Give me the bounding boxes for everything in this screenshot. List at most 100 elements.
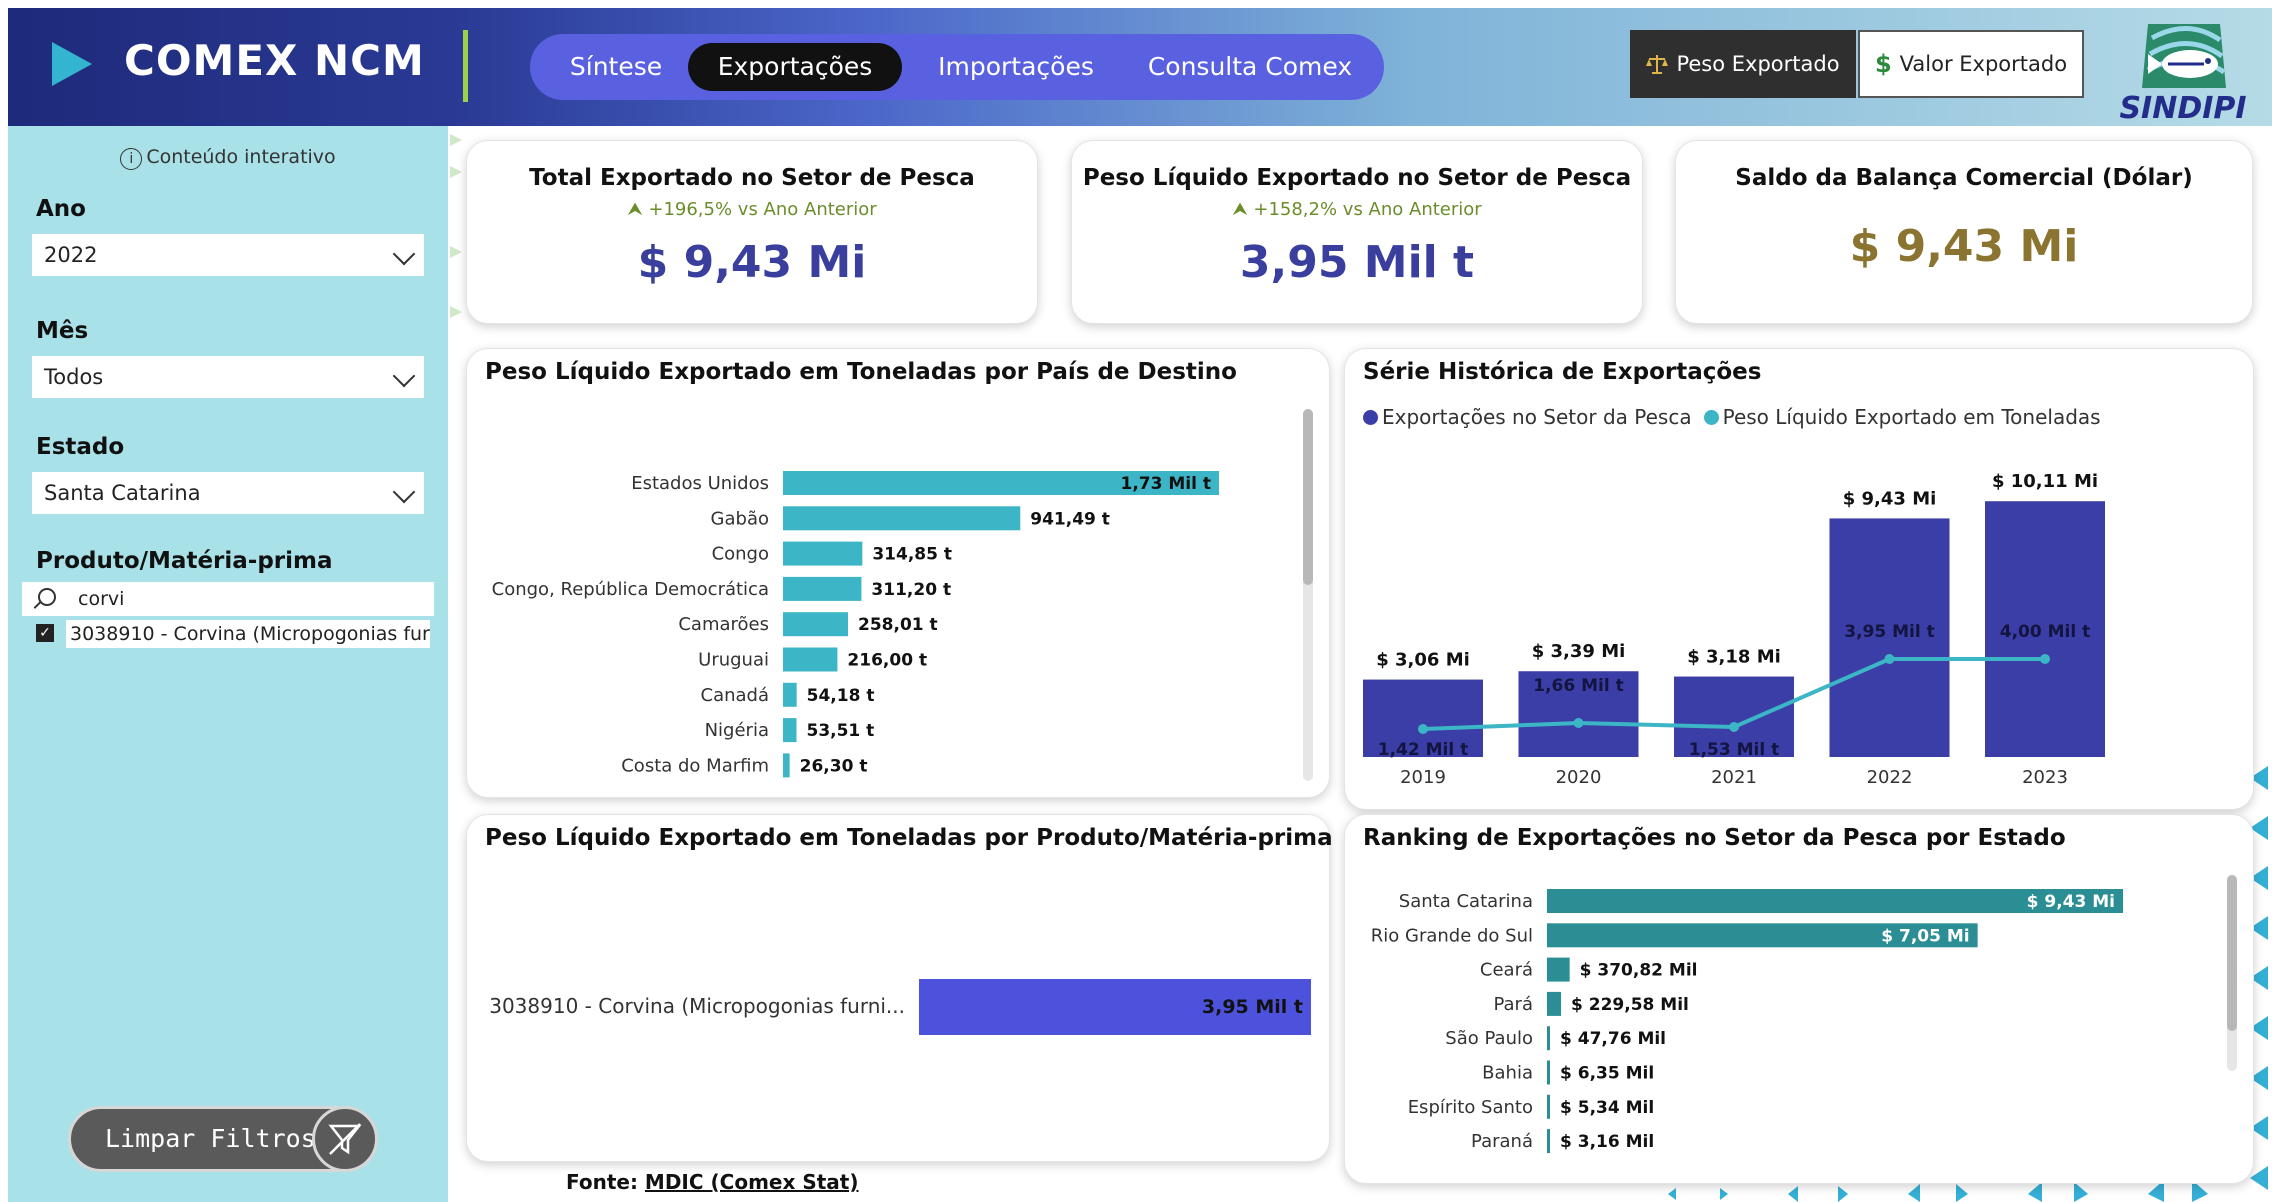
data-label: $ 5,34 Mil (1560, 1098, 1654, 1118)
bar (783, 682, 797, 707)
x-tick-label: 2022 (1867, 767, 1913, 788)
kpi-total-exportado: Total Exportado no Setor de Pesca ⮝ +196… (466, 140, 1038, 324)
valor-exportado-button[interactable]: $ Valor Exportado (1858, 30, 2084, 98)
line-value-label: 3,95 Mil t (1844, 622, 1934, 642)
dollar-icon: $ (1874, 50, 1892, 78)
line-point (1884, 654, 1895, 664)
bar (1547, 1094, 1550, 1119)
bar-value-label: $ 10,11 Mi (1992, 471, 2098, 492)
filter-mes-dropdown[interactable]: Todos (32, 356, 424, 398)
tab-exportacoes[interactable]: Exportações (688, 43, 902, 91)
sindipi-logo: SINDIPI (2108, 18, 2258, 126)
data-label: 3,95 Mil t (1202, 996, 1303, 1018)
data-label: 314,85 t (872, 545, 952, 565)
line-point (1418, 724, 1428, 734)
data-label: $ 7,05 Mi (1881, 926, 1969, 946)
info-icon: i (120, 148, 143, 170)
produto-option-label: 3038910 - Corvina (Micropogonias furni..… (66, 620, 430, 648)
data-label: 311,20 t (871, 580, 951, 600)
data-label: 941,49 t (1030, 509, 1110, 529)
data-label: $ 47,76 Mil (1560, 1029, 1666, 1049)
bar (1547, 1129, 1550, 1154)
kpi-saldo-balanca: Saldo da Balança Comercial (Dólar) $ 9,4… (1675, 140, 2253, 324)
panel-by-product: Peso Líquido Exportado em Toneladas por … (466, 814, 1333, 1162)
brand-name: SINDIPI (2119, 91, 2247, 126)
kpi-delta: ⮝ +158,2% vs Ano Anterior (1232, 199, 1482, 220)
data-label: 53,51 t (806, 721, 874, 741)
data-label: 216,00 t (847, 651, 927, 671)
scrollbar[interactable] (1303, 409, 1313, 781)
data-label: 258,01 t (858, 615, 938, 635)
category-label: Pará (1493, 994, 1533, 1015)
tab-consulta-comex[interactable]: Consulta Comex (1130, 43, 1370, 91)
bar-value-label: $ 3,18 Mi (1687, 647, 1781, 668)
category-label: Bahia (1482, 1063, 1533, 1084)
x-tick-label: 2023 (2022, 767, 2068, 788)
kpi-peso-liquido: Peso Líquido Exportado no Setor de Pesca… (1071, 140, 1643, 324)
scale-icon (1646, 55, 1669, 74)
history-combo-chart: $ 3,06 Mi 2019 $ 3,39 Mi 2020 $ 3,18 Mi 2021 $… (1363, 471, 2105, 788)
category-label: Costa do Marfim (621, 755, 769, 776)
panel-history: Série Histórica de Exportações Exportaçõ… (1344, 348, 2254, 810)
title-divider (463, 30, 468, 102)
tab-sintese[interactable]: Síntese (546, 43, 686, 91)
scrollbar-thumb[interactable] (2227, 875, 2237, 1031)
filter-estado-dropdown[interactable]: Santa Catarina (32, 472, 424, 514)
category-label: São Paulo (1445, 1028, 1533, 1049)
filter-estado-label: Estado (36, 434, 125, 460)
category-label: Espírito Santo (1408, 1097, 1533, 1118)
clear-filters-button[interactable]: Limpar Filtros (68, 1106, 378, 1172)
produto-search-value: corvi (78, 588, 125, 610)
data-label: $ 229,58 Mil (1571, 995, 1689, 1015)
line-point (1573, 718, 1584, 728)
category-label: Paraná (1471, 1131, 1533, 1152)
source-prefix: Fonte: (566, 1170, 638, 1194)
bar-value-label: $ 9,43 Mi (1843, 488, 1937, 509)
peso-exportado-label: Peso Exportado (1676, 52, 1840, 76)
kpi-value: $ 9,43 Mi (637, 237, 867, 288)
category-label: Rio Grande do Sul (1371, 925, 1533, 946)
interactive-hint-text: Conteúdo interativo (146, 146, 336, 168)
bar (1547, 1060, 1550, 1085)
bar (1547, 991, 1562, 1016)
filter-produto-label: Produto/Matéria-prima (36, 548, 333, 574)
line-value-label: 1,42 Mil t (1378, 740, 1468, 760)
category-label: Santa Catarina (1399, 891, 1533, 912)
category-label: Congo, República Democrática (492, 579, 769, 600)
category-label: Nigéria (705, 720, 769, 741)
data-label: 26,30 t (800, 756, 868, 776)
decoration-triangles (450, 134, 462, 318)
kpi-title: Total Exportado no Setor de Pesca (529, 165, 975, 191)
peso-exportado-button[interactable]: Peso Exportado (1630, 30, 1856, 98)
scrollbar[interactable] (2227, 875, 2237, 1071)
valor-exportado-label: Valor Exportado (1899, 52, 2068, 76)
source-link[interactable]: MDIC (Comex Stat) (645, 1170, 859, 1194)
bar (783, 647, 838, 672)
checkbox-checked-icon[interactable]: ✓ (36, 624, 54, 642)
category-label: Ceará (1480, 960, 1533, 981)
kpi-title: Peso Líquido Exportado no Setor de Pesca (1082, 165, 1632, 191)
filter-sidebar: i Conteúdo interativo Ano 2022 Mês Todos … (8, 126, 448, 1202)
category-label: Estados Unidos (631, 473, 769, 494)
scrollbar-thumb[interactable] (1303, 409, 1313, 585)
produto-option[interactable]: ✓ 3038910 - Corvina (Micropogonias furni… (22, 618, 434, 650)
produto-search-input[interactable]: corvi (22, 582, 434, 616)
chevron-down-icon (392, 480, 416, 504)
category-label: Congo (712, 544, 769, 565)
line-value-label: 1,66 Mil t (1533, 676, 1623, 696)
panel-ranking: Ranking de Exportações no Setor da Pesca… (1344, 814, 2254, 1184)
data-label: 1,73 Mil t (1121, 474, 1211, 494)
ranking-bar-chart: Santa Catarina $ 9,43 Mi Rio Grande do Sul… (1371, 889, 2123, 1154)
filter-estado-value: Santa Catarina (44, 481, 201, 505)
category-label: Camarões (678, 614, 769, 635)
data-label: $ 9,43 Mi (2027, 892, 2115, 912)
clear-filters-label: Limpar Filtros (105, 1124, 316, 1153)
kpi-value: $ 9,43 Mi (1849, 221, 2079, 272)
filter-ano-dropdown[interactable]: 2022 (32, 234, 424, 276)
source-footer: Fonte: MDIC (Comex Stat) (566, 1170, 859, 1194)
line-value-label: 1,53 Mil t (1689, 740, 1779, 760)
tab-importacoes[interactable]: Importações (904, 43, 1128, 91)
bar (783, 576, 862, 601)
line-point (1729, 722, 1739, 732)
bar-value-label: $ 3,39 Mi (1532, 641, 1626, 662)
